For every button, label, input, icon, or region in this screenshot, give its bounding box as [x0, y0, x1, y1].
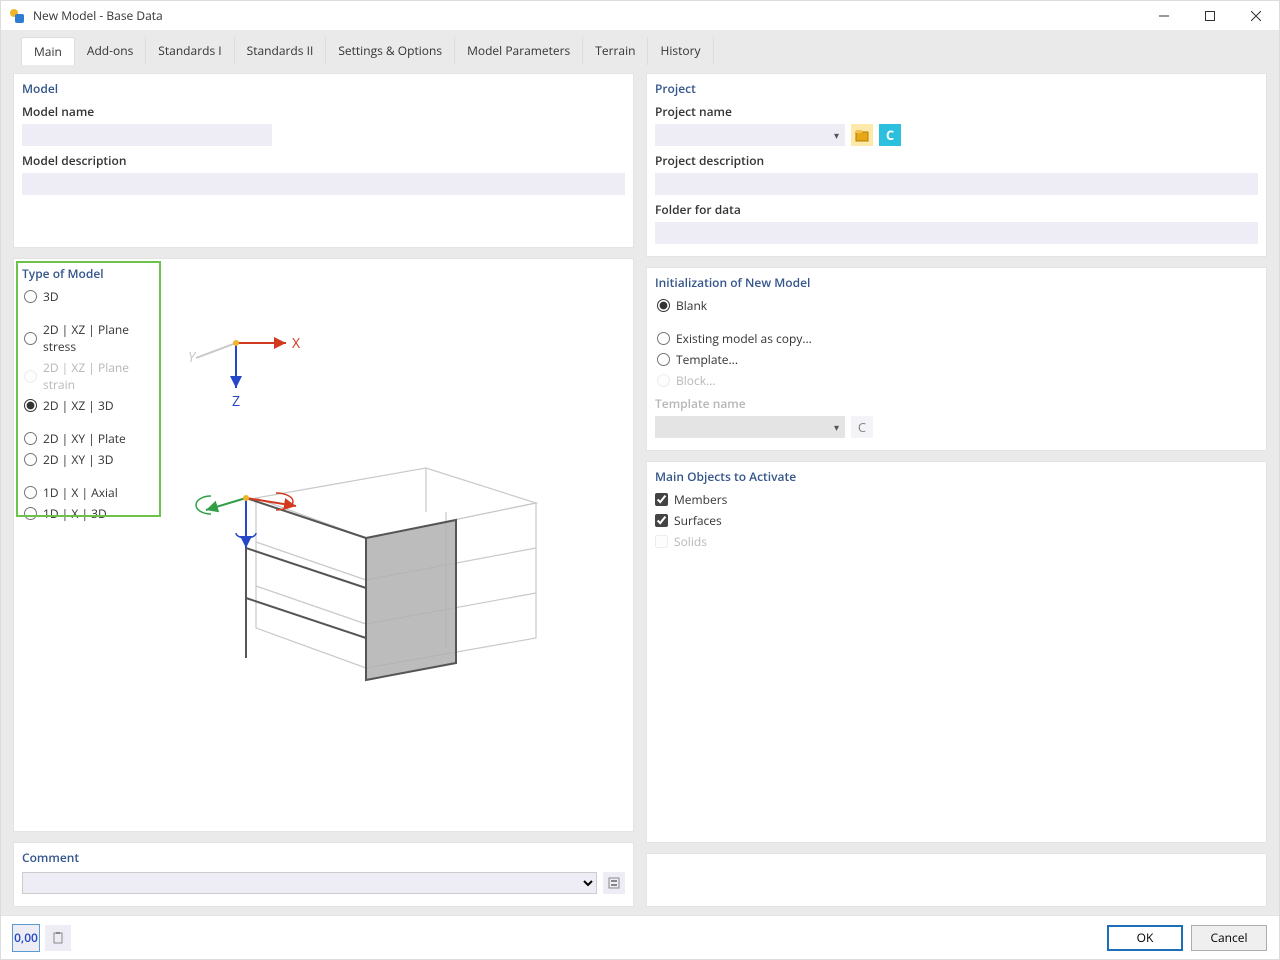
comment-link-icon[interactable]: [603, 872, 625, 894]
tab-history[interactable]: History: [648, 37, 713, 65]
window-title: New Model - Base Data: [33, 7, 163, 24]
tabs: Main Add-ons Standards I Standards II Se…: [1, 37, 1279, 65]
close-button[interactable]: [1233, 1, 1279, 31]
radio-init-copy[interactable]: Existing model as copy...: [657, 330, 1258, 347]
maximize-button[interactable]: [1187, 1, 1233, 31]
chevron-down-icon: ▾: [830, 420, 843, 434]
tab-main[interactable]: Main: [21, 37, 75, 65]
project-desc-label: Project description: [655, 152, 1258, 169]
comment-select[interactable]: [22, 872, 597, 894]
panel-initialization: Initialization of New Model Blank Existi…: [646, 267, 1267, 451]
radio-3d[interactable]: 3D: [24, 288, 162, 305]
template-cloud-icon: C: [851, 416, 873, 438]
footer: 0,00 OK Cancel: [1, 915, 1279, 959]
template-name-combo: ▾: [655, 416, 845, 438]
tab-terrain[interactable]: Terrain: [583, 37, 648, 65]
model-preview-icon: [176, 448, 576, 698]
radio-init-template[interactable]: Template...: [657, 351, 1258, 368]
minimize-button[interactable]: [1141, 1, 1187, 31]
objects-section-title: Main Objects to Activate: [655, 468, 1258, 485]
model-desc-label: Model description: [22, 152, 625, 169]
radio-2d-xz-planestress[interactable]: 2D | XZ | Plane stress: [24, 321, 162, 355]
cancel-button[interactable]: Cancel: [1191, 925, 1267, 951]
panel-type-of-model: Type of Model 3D 2D | XZ | Plane stress: [13, 258, 634, 832]
radio-2d-xz-planestrain: 2D | XZ | Plane strain: [24, 359, 162, 393]
tab-model-params[interactable]: Model Parameters: [455, 37, 583, 65]
comment-title: Comment: [22, 849, 625, 866]
panel-project: Project Project name ▾ C Project descrip…: [646, 73, 1267, 257]
axes-diagram-icon: Y X Z: [176, 328, 326, 418]
project-manager-icon[interactable]: [851, 124, 873, 146]
tab-standards1[interactable]: Standards I: [146, 37, 234, 65]
model-name-label: Model name: [22, 103, 625, 120]
project-folder-input[interactable]: [655, 222, 1258, 244]
model-desc-input[interactable]: [22, 173, 625, 195]
init-section-title: Initialization of New Model: [655, 274, 1258, 291]
radio-2d-xy-3d[interactable]: 2D | XY | 3D: [24, 451, 162, 468]
app-icon: [9, 8, 25, 24]
template-name-label: Template name: [655, 395, 1258, 412]
titlebar: New Model - Base Data: [1, 1, 1279, 31]
radio-init-blank[interactable]: Blank: [657, 297, 1258, 314]
radio-init-block: Block...: [657, 372, 1258, 389]
svg-text:Z: Z: [232, 392, 240, 411]
ok-button[interactable]: OK: [1107, 925, 1183, 951]
panel-empty-bottom: [646, 853, 1267, 907]
panel-main-objects: Main Objects to Activate Members Surface…: [646, 461, 1267, 843]
project-desc-input[interactable]: [655, 173, 1258, 195]
svg-text:X: X: [292, 334, 301, 353]
check-members[interactable]: Members: [655, 491, 1258, 508]
check-solids: Solids: [655, 533, 1258, 550]
project-section-title: Project: [655, 80, 1258, 97]
tab-settings[interactable]: Settings & Options: [326, 37, 455, 65]
clipboard-tool[interactable]: [45, 925, 71, 951]
radio-2d-xy-plate[interactable]: 2D | XY | Plate: [24, 430, 162, 447]
units-tool[interactable]: 0,00: [13, 925, 39, 951]
project-cloud-icon[interactable]: C: [879, 124, 901, 146]
model-section-title: Model: [22, 80, 625, 97]
radio-1d-x-axial[interactable]: 1D | X | Axial: [24, 484, 162, 501]
check-surfaces[interactable]: Surfaces: [655, 512, 1258, 529]
model-name-input[interactable]: [22, 124, 272, 146]
radio-2d-xz-3d[interactable]: 2D | XZ | 3D: [24, 397, 162, 414]
radio-1d-x-3d[interactable]: 1D | X | 3D: [24, 505, 162, 522]
tabs-wrap: Main Add-ons Standards I Standards II Se…: [1, 31, 1279, 65]
svg-text:Y: Y: [188, 348, 197, 367]
project-name-label: Project name: [655, 103, 1258, 120]
tab-addons[interactable]: Add-ons: [75, 37, 146, 65]
type-section-title: Type of Model: [22, 265, 625, 282]
project-folder-label: Folder for data: [655, 201, 1258, 218]
tab-standards2[interactable]: Standards II: [235, 37, 327, 65]
chevron-down-icon: ▾: [830, 128, 843, 142]
project-name-combo[interactable]: ▾: [655, 124, 845, 146]
panel-model: Model Model name Model description: [13, 73, 634, 248]
panel-comment: Comment: [13, 842, 634, 907]
